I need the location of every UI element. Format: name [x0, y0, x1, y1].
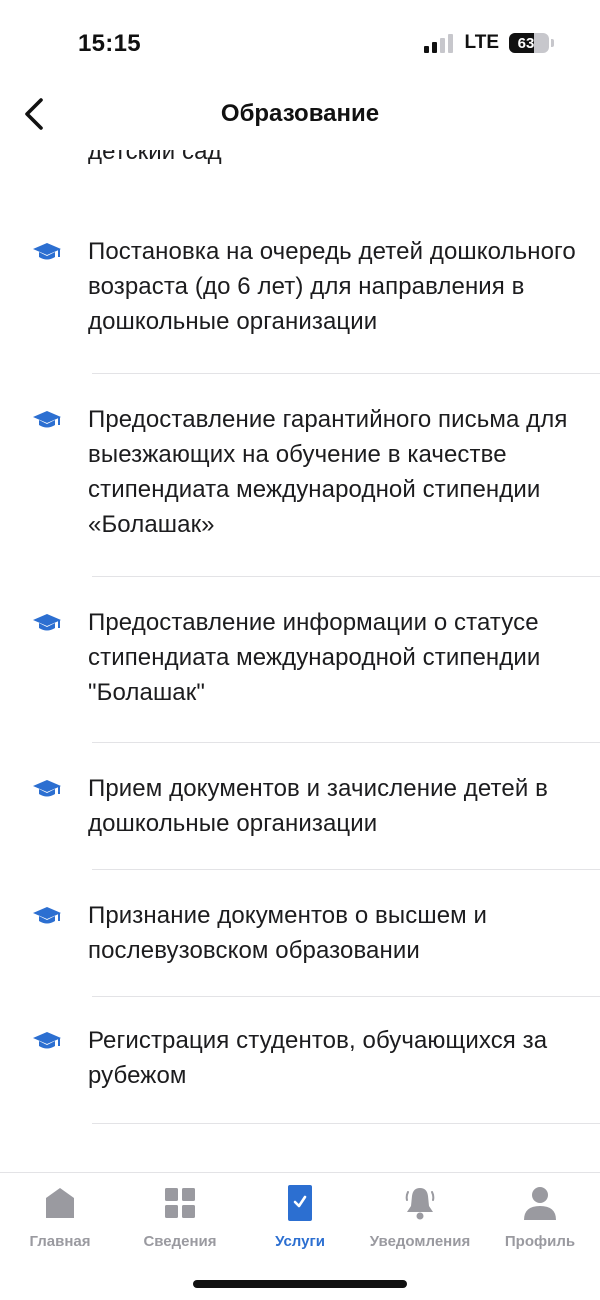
status-time: 15:15: [78, 30, 141, 57]
divider: [92, 1123, 600, 1124]
tab-profile[interactable]: Профиль: [480, 1173, 600, 1259]
home-indicator[interactable]: [193, 1280, 407, 1288]
page-title: Образование: [220, 100, 380, 127]
bell-icon: [405, 1188, 435, 1220]
list-item-label: Признание документов о высшем и послевуз…: [88, 902, 488, 964]
services-list[interactable]: детский сад Постановка на очередь детей …: [0, 150, 600, 1172]
services-check-icon: [288, 1185, 312, 1221]
tab-label: Главная: [29, 1233, 91, 1250]
profile-icon: [524, 1187, 556, 1220]
list-item-service[interactable]: Постановка на очередь детей дошкольного …: [0, 198, 600, 373]
tab-info[interactable]: Сведения: [120, 1173, 240, 1259]
list-item-label: Постановка на очередь детей дошкольного …: [88, 238, 576, 335]
navigation-bar: Образование: [0, 80, 600, 150]
status-indicators: LTE 63: [423, 32, 554, 54]
graduation-cap-icon: [33, 614, 61, 631]
network-type: LTE: [464, 32, 499, 53]
graduation-cap-icon: [33, 907, 61, 924]
screen: 15:15 LTE 63 Образование детский сад Пос…: [0, 0, 600, 1300]
list-item-label: детский сад: [88, 150, 222, 165]
tab-services[interactable]: Услуги: [240, 1173, 360, 1259]
list-item-service[interactable]: Предоставление гарантийного письма для в…: [0, 374, 600, 576]
list-item-service[interactable]: Предоставление информации о статусе стип…: [0, 577, 600, 742]
list-item-partial[interactable]: детский сад: [0, 150, 600, 197]
graduation-cap-icon: [33, 411, 61, 428]
tab-label: Сведения: [143, 1233, 217, 1250]
graduation-cap-icon: [33, 780, 61, 797]
list-item-service[interactable]: Регистрация студентов, обучающихся за ру…: [0, 997, 600, 1123]
battery-percent: 63: [517, 34, 535, 52]
list-item-label: Предоставление гарантийного письма для в…: [88, 406, 568, 538]
tab-bar: Главная Сведения Услуги Уведомления Проф…: [0, 1172, 600, 1300]
status-bar: 15:15 LTE 63: [0, 0, 600, 80]
list-item-service[interactable]: Прием документов и зачисление детей в до…: [0, 743, 600, 869]
tab-home[interactable]: Главная: [0, 1173, 120, 1259]
graduation-cap-icon: [33, 243, 61, 260]
battery-tip: [551, 39, 554, 47]
tab-notifications[interactable]: Уведомления: [360, 1173, 480, 1259]
home-icon: [46, 1188, 74, 1218]
tab-label: Профиль: [504, 1233, 576, 1250]
tabs: Главная Сведения Услуги Уведомления Проф…: [0, 1173, 600, 1259]
signal-icon: [423, 33, 453, 53]
grid-icon: [165, 1188, 195, 1218]
list-item-label: Предоставление информации о статусе стип…: [88, 609, 541, 706]
graduation-cap-icon: [33, 1032, 61, 1049]
battery-icon: 63: [509, 33, 549, 53]
list-item-service[interactable]: Признание документов о высшем и послевуз…: [0, 870, 600, 996]
tab-label: Услуги: [275, 1233, 325, 1250]
list-item-label: Прием документов и зачисление детей в до…: [88, 775, 548, 837]
services-list-content: детский сад Постановка на очередь детей …: [0, 150, 600, 1124]
tab-label: Уведомления: [369, 1233, 471, 1250]
list-item-label: Регистрация студентов, обучающихся за ру…: [88, 1027, 548, 1089]
